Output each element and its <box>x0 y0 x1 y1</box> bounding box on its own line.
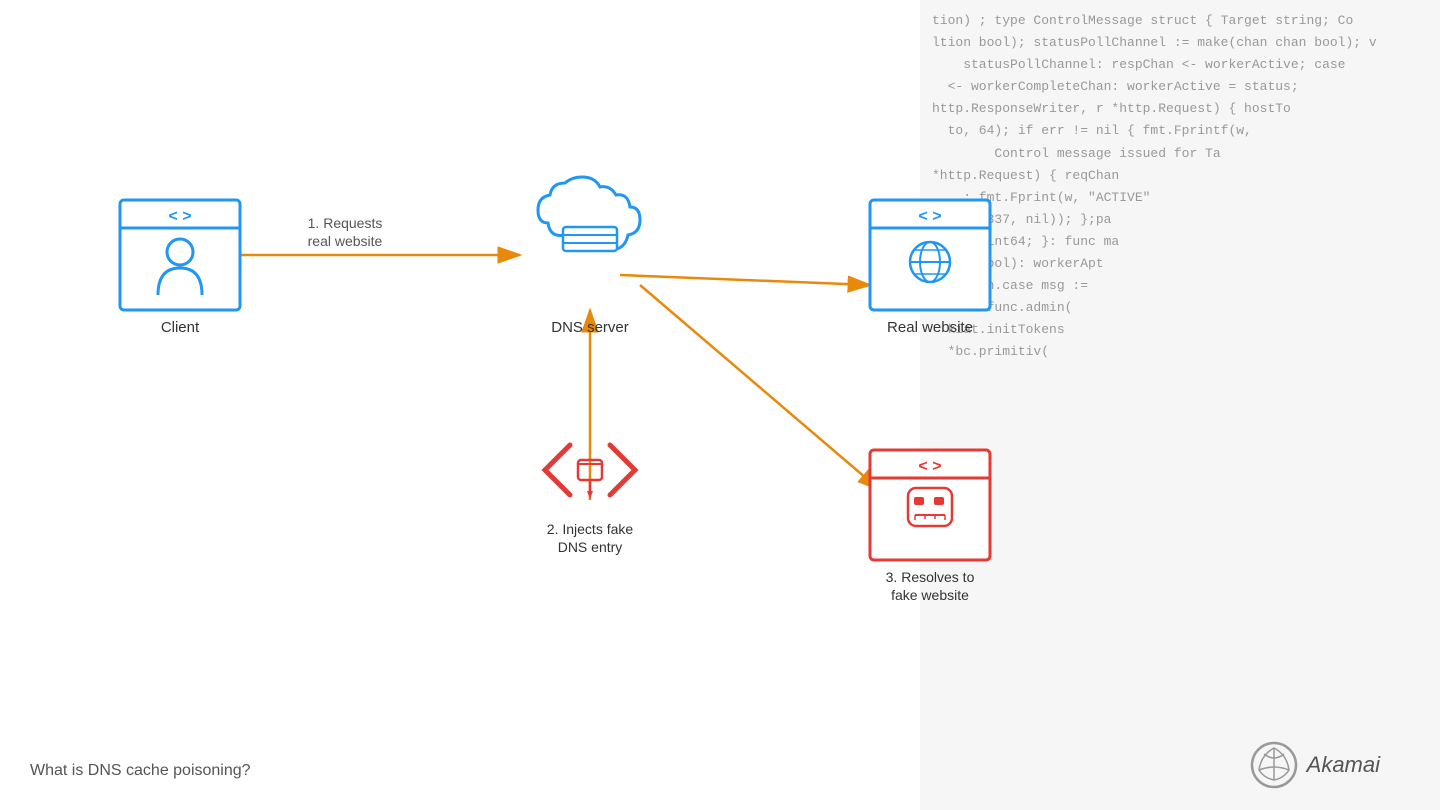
svg-text:fake website: fake website <box>891 587 969 603</box>
akamai-icon <box>1249 740 1299 790</box>
akamai-text: Akamai <box>1307 752 1380 778</box>
svg-text:3. Resolves to: 3. Resolves to <box>886 569 975 585</box>
svg-text:< >: < > <box>168 208 191 225</box>
svg-text:Client: Client <box>161 319 200 336</box>
svg-text:< >: < > <box>918 458 941 475</box>
akamai-logo: Akamai <box>1249 740 1380 790</box>
diagram-svg: 1. Requests real website < > Client DNS … <box>0 0 1440 810</box>
svg-text:< >: < > <box>918 208 941 225</box>
svg-text:1. Requests: 1. Requests <box>308 215 383 231</box>
svg-text:real website: real website <box>308 233 383 249</box>
page-title: What is DNS cache poisoning? <box>30 762 251 780</box>
main-content: 1. Requests real website < > Client DNS … <box>0 0 1440 810</box>
svg-text:Real website: Real website <box>887 319 973 336</box>
svg-text:2. Injects fake: 2. Injects fake <box>547 521 634 537</box>
svg-text:DNS entry: DNS entry <box>558 539 623 555</box>
svg-text:DNS server: DNS server <box>551 319 629 336</box>
